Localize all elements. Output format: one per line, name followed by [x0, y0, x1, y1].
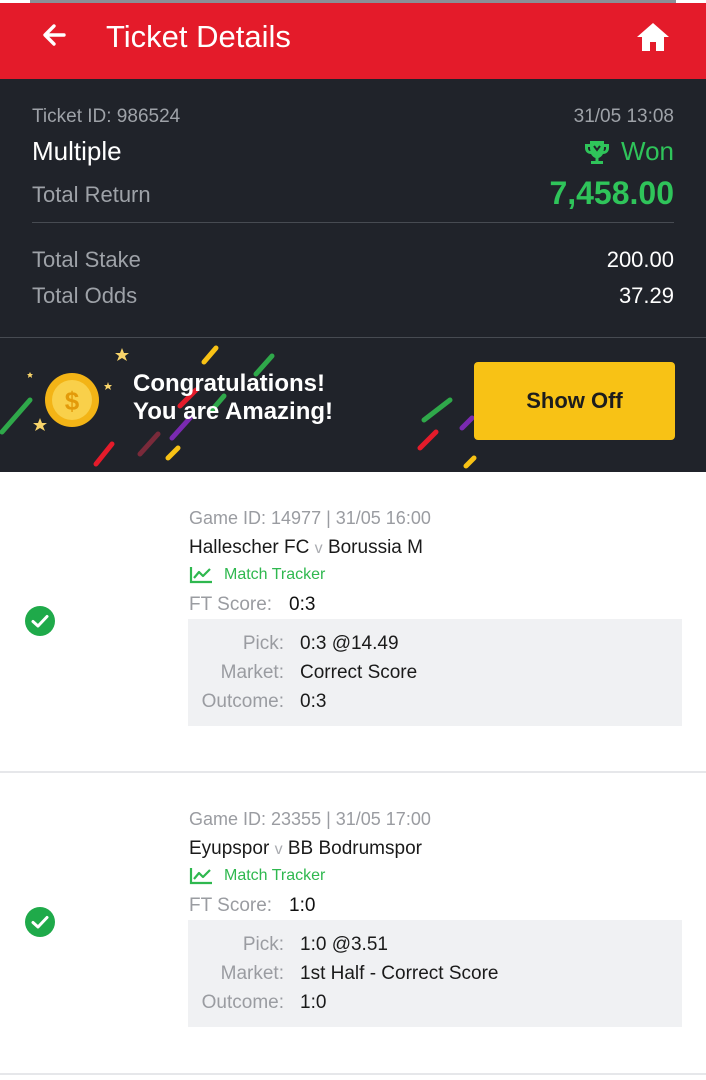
pick-value: 0:3 @14.49 [300, 633, 399, 654]
outcome-label: Outcome: [201, 992, 284, 1013]
ticket-summary: Ticket ID: 986524 31/05 13:08 Multiple W… [0, 79, 706, 472]
outcome-value: 0:3 [300, 691, 327, 712]
ticket-id: Ticket ID: 986524 [32, 106, 181, 127]
congrats-line-1: Congratulations! [133, 370, 325, 397]
show-off-button[interactable]: Show Off [474, 362, 675, 440]
congrats-banner: $ Congratulations! You are Amazing! Show… [0, 338, 706, 472]
match-tracker-label: Match Tracker [224, 867, 326, 884]
ticket-datetime: 31/05 13:08 [573, 106, 674, 127]
congrats-line-2: You are Amazing! [133, 398, 334, 425]
pick-value: 1:0 @3.51 [300, 934, 388, 955]
game-id: Game ID: 14977 | 31/05 16:00 [189, 508, 431, 528]
total-odds-label: Total Odds [32, 283, 138, 308]
selection-card: Game ID: 14977 | 31/05 16:00 Hallescher … [0, 472, 706, 772]
chart-line-icon [189, 868, 212, 885]
total-odds-value: 37.29 [618, 283, 674, 308]
market-label: Market: [220, 963, 284, 984]
total-return-value: 7,458.00 [549, 175, 674, 211]
status-badge: Won [583, 136, 674, 167]
match-tracker-link[interactable]: Match Tracker [189, 867, 325, 885]
vs-separator: v [274, 841, 283, 858]
home-button[interactable] [632, 17, 674, 59]
arrow-left-icon [43, 24, 66, 46]
check-circle-icon [25, 606, 55, 636]
pick-label: Pick: [242, 633, 284, 654]
selection-card: Game ID: 23355 | 31/05 17:00 Eyupspor v … [0, 773, 706, 1073]
market-label: Market: [220, 662, 284, 683]
ft-score-value: 1:0 [289, 895, 316, 916]
status-text: Won [621, 136, 674, 166]
market-value: Correct Score [300, 662, 418, 683]
back-button[interactable] [34, 17, 74, 57]
svg-text:$: $ [65, 386, 80, 416]
page-title: Ticket Details [106, 19, 291, 54]
app-bar: Ticket Details [0, 3, 706, 79]
away-team: BB Bodrumspor [287, 838, 422, 859]
market-value: 1st Half - Correct Score [300, 963, 499, 984]
pick-details: Pick: 1:0 @3.51 Market: 1st Half - Corre… [188, 920, 682, 1027]
total-stake-label: Total Stake [32, 247, 141, 272]
home-team: Hallescher FC [189, 537, 310, 558]
away-team: Borussia M [327, 537, 423, 558]
total-return-label: Total Return [32, 182, 151, 207]
check-circle-icon [25, 907, 55, 937]
outcome-value: 1:0 [300, 992, 327, 1013]
chart-line-icon [189, 567, 212, 584]
home-icon [637, 23, 669, 51]
outcome-label: Outcome: [201, 691, 284, 712]
ft-score-value: 0:3 [289, 594, 316, 615]
trophy-icon [585, 140, 609, 164]
ft-score-label: FT Score: [189, 594, 273, 615]
game-id: Game ID: 23355 | 31/05 17:00 [189, 809, 431, 829]
congrats-text: Congratulations! You are Amazing! [133, 370, 333, 426]
divider [0, 1073, 706, 1075]
vs-separator: v [314, 540, 323, 557]
divider [32, 222, 674, 223]
pick-details: Pick: 0:3 @14.49 Market: Correct Score O… [188, 619, 682, 726]
pick-label: Pick: [242, 934, 284, 955]
home-team: Eyupspor [189, 838, 270, 859]
match-tracker-link[interactable]: Match Tracker [189, 566, 325, 584]
ft-score-label: FT Score: [189, 895, 273, 916]
match-title: Hallescher FC v Borussia M [189, 537, 423, 559]
match-tracker-label: Match Tracker [224, 566, 326, 583]
match-title: Eyupspor v BB Bodrumspor [189, 838, 422, 860]
bet-type: Multiple [32, 136, 122, 166]
total-stake-value: 200.00 [606, 247, 674, 272]
